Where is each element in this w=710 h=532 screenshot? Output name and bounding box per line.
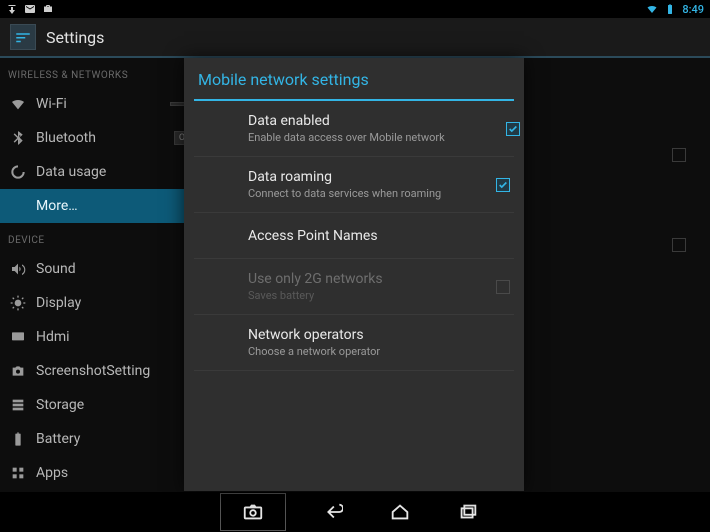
download-icon — [6, 3, 18, 15]
sidebar-item-label: Hdmi — [36, 329, 200, 345]
sidebar-item-hdmi[interactable]: Hdmi — [0, 320, 210, 354]
pref-summary: Saves battery — [248, 289, 486, 302]
pref-summary: Enable data access over Mobile network — [248, 131, 486, 144]
sidebar-item-label: ScreenshotSetting — [36, 363, 200, 379]
pref-data-enabled[interactable]: Data enabled Enable data access over Mob… — [184, 101, 524, 156]
pref-data-roaming[interactable]: Data roaming Connect to data services wh… — [194, 156, 514, 212]
content-backdrop: WIRELESS & NETWORKS Wi-Fi Bluetooth OFF … — [0, 58, 710, 492]
sidebar-item-bluetooth[interactable]: Bluetooth OFF — [0, 121, 210, 155]
sidebar-item-label: Bluetooth — [36, 130, 164, 146]
briefcase-icon — [42, 3, 54, 15]
ghost-checkbox — [672, 238, 686, 252]
bluetooth-icon — [10, 130, 26, 146]
pref-title: Use only 2G networks — [248, 271, 486, 287]
sidebar-item-apps[interactable]: Apps — [0, 456, 210, 490]
category-header-device: DEVICE — [0, 223, 210, 252]
sidebar-item-datausage[interactable]: Data usage — [0, 155, 210, 189]
camera-icon — [231, 498, 275, 526]
sidebar-item-label: Storage — [36, 397, 200, 413]
blank-icon — [10, 198, 26, 214]
sidebar-item-wifi[interactable]: Wi-Fi — [0, 87, 210, 121]
nav-back-button[interactable] — [310, 498, 354, 526]
storage-icon — [10, 397, 26, 413]
settings-app-icon — [10, 24, 36, 50]
nav-recent-button[interactable] — [446, 498, 490, 526]
sidebar-item-label: More… — [36, 198, 200, 214]
status-time: 8:49 — [682, 3, 704, 16]
mail-icon — [24, 3, 36, 15]
apps-icon — [10, 465, 26, 481]
pref-summary: Connect to data services when roaming — [248, 187, 486, 200]
system-nav-bar — [0, 492, 710, 532]
pref-summary: Choose a network operator — [248, 345, 486, 358]
sidebar-item-storage[interactable]: Storage — [0, 388, 210, 422]
battery-icon — [10, 431, 26, 447]
checkbox-checked-icon[interactable] — [506, 122, 520, 136]
pref-title: Data enabled — [248, 113, 486, 129]
data-usage-icon — [10, 164, 26, 180]
nav-home-button[interactable] — [378, 498, 422, 526]
sidebar-item-label: Battery — [36, 431, 200, 447]
pref-title: Network operators — [248, 327, 486, 343]
wifi-icon — [646, 3, 658, 15]
ghost-checkbox — [672, 148, 686, 162]
nav-screenshot-button[interactable] — [220, 493, 286, 531]
pref-network-operators[interactable]: Network operators Choose a network opera… — [194, 314, 514, 371]
sidebar-item-display[interactable]: Display — [0, 286, 210, 320]
checkbox-unchecked-icon — [496, 280, 510, 294]
app-title: Settings — [46, 28, 104, 47]
sidebar-item-label: Sound — [36, 261, 200, 277]
hdmi-icon — [10, 329, 26, 345]
sidebar-item-label: Data usage — [36, 164, 200, 180]
sidebar-item-screenshotsetting[interactable]: ScreenshotSetting — [0, 354, 210, 388]
dialog-title: Mobile network settings — [184, 58, 524, 99]
pref-title: Data roaming — [248, 169, 486, 185]
pref-title: Access Point Names — [248, 228, 486, 244]
category-header-wireless: WIRELESS & NETWORKS — [0, 58, 210, 87]
camera-icon — [10, 363, 26, 379]
wifi-icon — [10, 96, 26, 112]
sidebar-item-more[interactable]: More… — [0, 189, 210, 223]
pref-2g-only: Use only 2G networks Saves battery — [194, 258, 514, 314]
mobile-network-dialog: Mobile network settings Data enabled Ena… — [184, 58, 524, 491]
sidebar-item-label: Wi-Fi — [36, 96, 160, 112]
sidebar-item-label: Apps — [36, 465, 200, 481]
checkbox-checked-icon[interactable] — [496, 178, 510, 192]
status-bar: 8:49 — [0, 0, 710, 18]
sidebar-item-sound[interactable]: Sound — [0, 252, 210, 286]
display-icon — [10, 295, 26, 311]
settings-sidebar: WIRELESS & NETWORKS Wi-Fi Bluetooth OFF … — [0, 58, 210, 492]
sidebar-item-battery[interactable]: Battery — [0, 422, 210, 456]
app-bar: Settings — [0, 18, 710, 58]
sidebar-item-label: Display — [36, 295, 200, 311]
sound-icon — [10, 261, 26, 277]
battery-icon — [664, 3, 676, 15]
pref-apn[interactable]: Access Point Names — [194, 212, 514, 258]
